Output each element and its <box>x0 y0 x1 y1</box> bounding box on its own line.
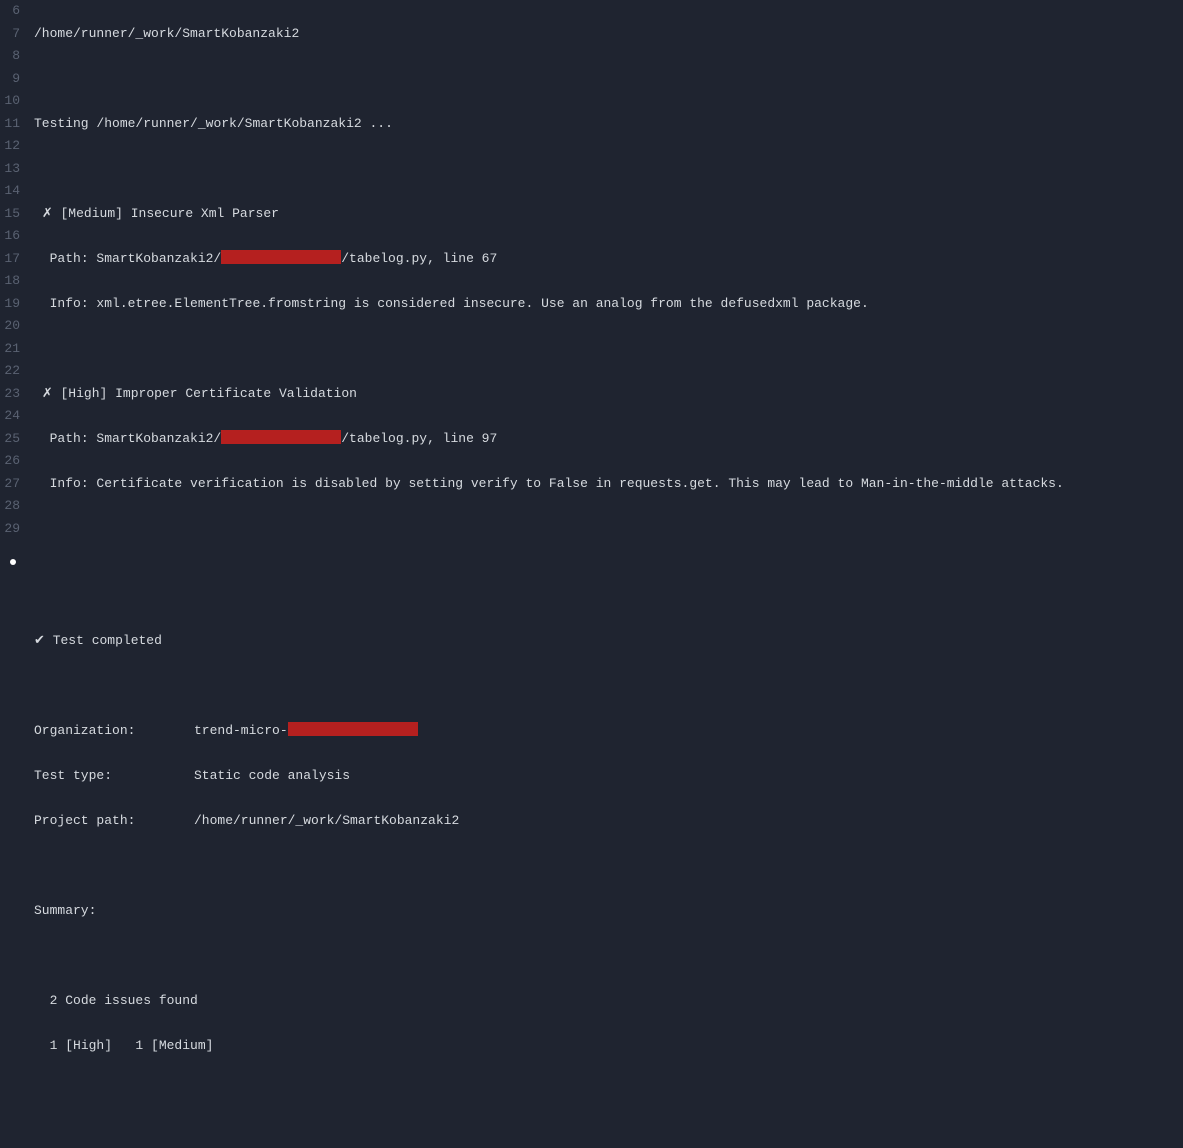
line-number: 16 <box>0 225 20 248</box>
summary-label-line: Summary: <box>34 900 1183 923</box>
testing-line: Testing /home/runner/_work/SmartKobanzak… <box>34 113 1183 136</box>
line-number: 23 <box>0 383 20 406</box>
issue2-header: ✗ [High] Improper Certificate Validation <box>34 383 1183 406</box>
testing-prefix: Testing <box>34 116 96 131</box>
blank-line <box>34 158 1183 181</box>
line-number: 8 <box>0 45 20 68</box>
org-value-pre: trend-micro- <box>194 723 288 738</box>
issue1-path-pre: Path: SmartKobanzaki2/ <box>50 251 222 266</box>
testing-suffix: ... <box>362 116 393 131</box>
code-content[interactable]: /home/runner/_work/SmartKobanzaki2 Testi… <box>24 0 1183 596</box>
issue1-info-text: Info: xml.etree.ElementTree.fromstring i… <box>50 296 869 311</box>
code-editor: 6 7 8 9 10 11 12 13 14 15 16 17 18 19 20… <box>0 0 1183 596</box>
line-number: 27 <box>0 473 20 496</box>
completed-line: ✔ Test completed <box>34 630 1183 653</box>
summary-count: 2 Code issues found <box>50 993 198 1008</box>
issue1-info: Info: xml.etree.ElementTree.fromstring i… <box>34 293 1183 316</box>
issue1-path: Path: SmartKobanzaki2/ /tabelog.py, line … <box>34 248 1183 271</box>
issue1-title: ✗ [Medium] Insecure Xml Parser <box>42 206 279 221</box>
summary-breakdown: 1 [High] 1 [Medium] <box>50 1038 214 1053</box>
proj-value: /home/runner/_work/SmartKobanzaki2 <box>194 813 459 828</box>
type-line: Test type:Static code analysis <box>34 765 1183 788</box>
blank-line <box>34 68 1183 91</box>
breakpoint-dot-icon[interactable] <box>10 559 16 565</box>
line-number: 22 <box>0 360 20 383</box>
redacted-block <box>221 430 341 444</box>
line-number: 11 <box>0 113 20 136</box>
line-number: 10 <box>0 90 20 113</box>
issue2-path-pre: Path: SmartKobanzaki2/ <box>50 431 222 446</box>
blank-line <box>34 585 1183 608</box>
blank-line <box>34 518 1183 541</box>
summary-count-line: 2 Code issues found <box>34 990 1183 1013</box>
line-number: 18 <box>0 270 20 293</box>
line-number: 25 <box>0 428 20 451</box>
line-number: 7 <box>0 23 20 46</box>
blank-line <box>34 1080 1183 1103</box>
line-number: 14 <box>0 180 20 203</box>
path-root: /home/runner/_work/SmartKobanzaki2 <box>34 26 299 41</box>
redacted-block <box>288 722 418 736</box>
proj-line: Project path:/home/runner/_work/SmartKob… <box>34 810 1183 833</box>
line-number: 26 <box>0 450 20 473</box>
blank-line <box>34 855 1183 878</box>
path-root-line: /home/runner/_work/SmartKobanzaki2 <box>34 23 1183 46</box>
blank-line <box>34 945 1183 968</box>
blank-line <box>34 338 1183 361</box>
type-label: Test type: <box>34 765 194 788</box>
line-number-gutter: 6 7 8 9 10 11 12 13 14 15 16 17 18 19 20… <box>0 0 24 596</box>
line-number: 28 <box>0 495 20 518</box>
line-number: 29 <box>0 518 20 541</box>
completed-text: ✔ Test completed <box>34 633 162 648</box>
line-number: 19 <box>0 293 20 316</box>
line-number: 15 <box>0 203 20 226</box>
proj-label: Project path: <box>34 810 194 833</box>
issue2-path: Path: SmartKobanzaki2/ /tabelog.py, line … <box>34 428 1183 451</box>
summary-label: Summary: <box>34 903 96 918</box>
org-line: Organization:trend-micro- <box>34 720 1183 743</box>
line-number: 20 <box>0 315 20 338</box>
line-number: 21 <box>0 338 20 361</box>
org-label: Organization: <box>34 720 194 743</box>
line-number: 12 <box>0 135 20 158</box>
blank-line <box>34 675 1183 698</box>
type-value: Static code analysis <box>194 768 350 783</box>
line-number: 24 <box>0 405 20 428</box>
line-number: 17 <box>0 248 20 271</box>
issue2-path-post: /tabelog.py, line 97 <box>341 431 497 446</box>
line-number: 9 <box>0 68 20 91</box>
issue2-info-text: Info: Certificate verification is disabl… <box>50 476 1064 491</box>
issue1-header: ✗ [Medium] Insecure Xml Parser <box>34 203 1183 226</box>
line-number: 13 <box>0 158 20 181</box>
issue2-title: ✗ [High] Improper Certificate Validation <box>42 386 357 401</box>
summary-breakdown-line: 1 [High] 1 [Medium] <box>34 1035 1183 1058</box>
issue1-path-post: /tabelog.py, line 67 <box>341 251 497 266</box>
issue2-info: Info: Certificate verification is disabl… <box>34 473 1183 496</box>
testing-path: /home/runner/_work/SmartKobanzaki2 <box>96 116 361 131</box>
line-number: 6 <box>0 0 20 23</box>
redacted-block <box>221 250 341 264</box>
